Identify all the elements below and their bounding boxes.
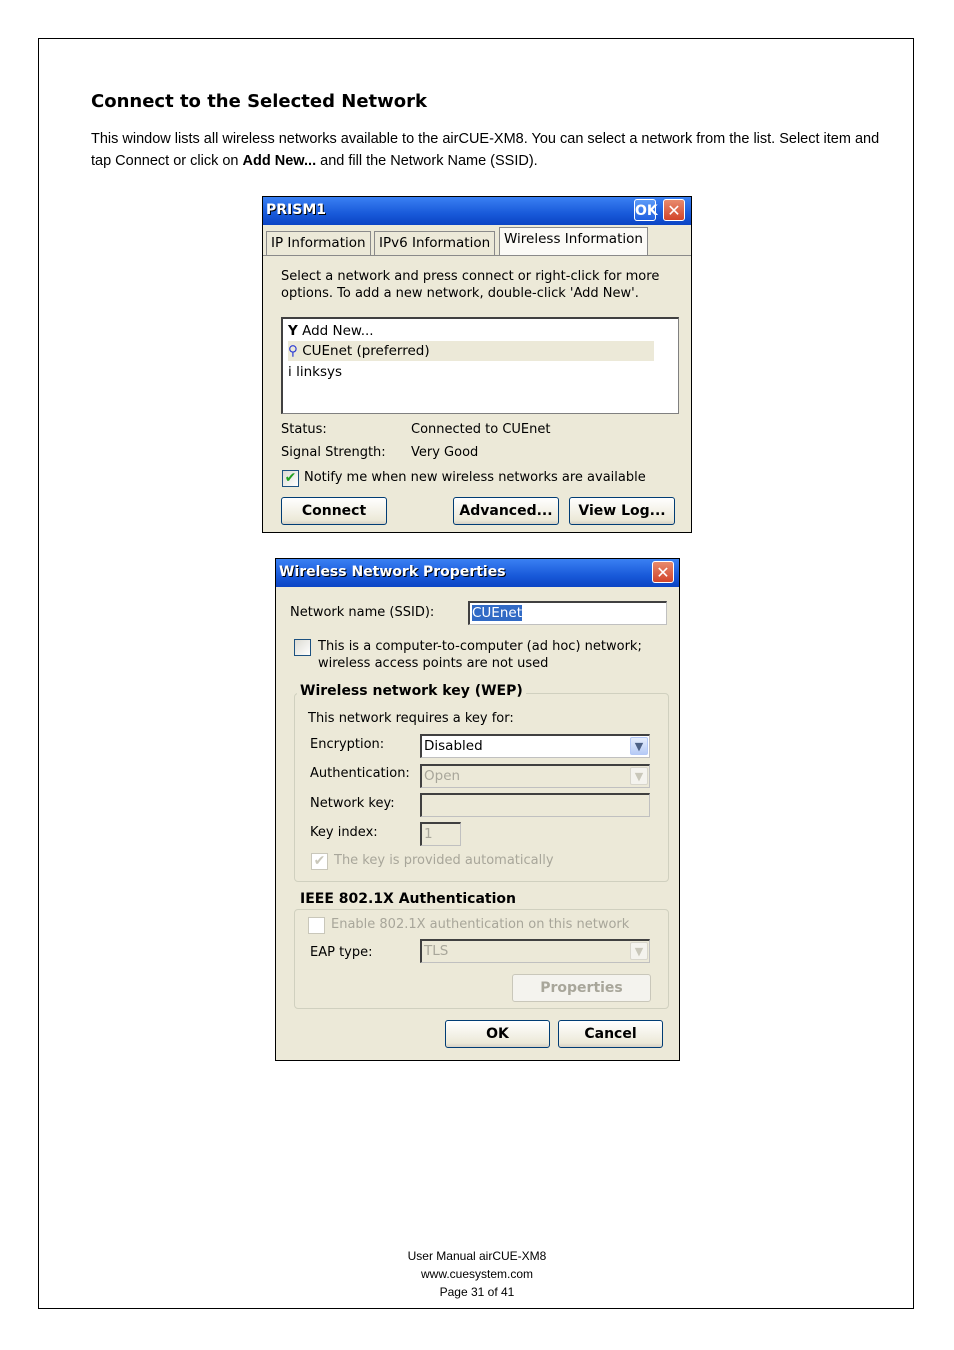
eap-type-value: TLS bbox=[424, 943, 449, 959]
network-item-cuenet[interactable]: ⚲ CUEnet (preferred) bbox=[288, 341, 654, 361]
wep-group-title: Wireless network key (WEP) bbox=[297, 683, 526, 699]
requires-key-label: This network requires a key for: bbox=[308, 711, 514, 726]
tab-wireless-information[interactable]: Wireless Information bbox=[499, 227, 648, 255]
titlebar-close-button[interactable]: ✕ bbox=[652, 561, 674, 583]
intro-paragraph: This window lists all wireless networks … bbox=[91, 128, 891, 172]
instructions-line-1: Select a network and press connect or ri… bbox=[281, 269, 660, 284]
signal-strength-value: Very Good bbox=[411, 445, 479, 460]
auto-key-label: The key is provided automatically bbox=[334, 853, 554, 868]
tab-strip: IP Information IPv6 Information Wireless… bbox=[263, 227, 691, 256]
cancel-button[interactable]: Cancel bbox=[558, 1020, 663, 1048]
network-item-add-new[interactable]: Y Add New... bbox=[288, 321, 374, 341]
properties-window: Wireless Network Properties ✕ Network na… bbox=[275, 558, 680, 1061]
antenna-icon: Y bbox=[288, 323, 298, 339]
access-point-preferred-icon: ⚲ bbox=[288, 343, 298, 359]
network-label: CUEnet (preferred) bbox=[302, 343, 430, 359]
tab-ip-information[interactable]: IP Information bbox=[266, 231, 371, 255]
advanced-button[interactable]: Advanced... bbox=[453, 497, 559, 525]
section-heading: Connect to the Selected Network bbox=[91, 91, 427, 112]
intro-text-2: and fill the Network Name (SSID). bbox=[316, 153, 538, 169]
eap-type-dropdown[interactable]: TLS ▼ bbox=[420, 939, 650, 963]
instructions-line-2: options. To add a new network, double-cl… bbox=[281, 286, 639, 301]
network-key-label: Network key: bbox=[310, 796, 395, 811]
ok-button[interactable]: OK bbox=[445, 1020, 550, 1048]
tab-ipv6-information[interactable]: IPv6 Information bbox=[374, 231, 496, 255]
signal-strength-label: Signal Strength: bbox=[281, 445, 386, 460]
connect-button[interactable]: Connect bbox=[281, 497, 387, 525]
prism-titlebar: PRISM1 OK ✕ bbox=[263, 197, 691, 225]
window-title: PRISM1 bbox=[266, 202, 327, 218]
titlebar-close-button[interactable]: ✕ bbox=[663, 199, 685, 221]
footer-line-2: www.cuesystem.com bbox=[420, 1267, 534, 1281]
connect-button-label: Connect bbox=[301, 503, 367, 519]
enable-8021x-checkbox[interactable] bbox=[308, 917, 325, 934]
view-log-button[interactable]: View Log... bbox=[569, 497, 675, 525]
encryption-value: Disabled bbox=[424, 738, 483, 754]
titlebar-ok-button[interactable]: OK bbox=[634, 199, 658, 221]
chevron-down-icon: ▼ bbox=[630, 942, 648, 960]
authentication-value: Open bbox=[424, 768, 461, 784]
window-title: Wireless Network Properties bbox=[279, 564, 506, 580]
encryption-dropdown[interactable]: Disabled ▼ bbox=[420, 734, 650, 758]
intro-bold-add-new: Add New... bbox=[242, 153, 317, 169]
network-label: linksys bbox=[296, 364, 342, 380]
encryption-label: Encryption: bbox=[310, 737, 385, 752]
enable-8021x-label: Enable 802.1X authentication on this net… bbox=[331, 917, 630, 932]
key-index-input[interactable]: 1 bbox=[420, 822, 461, 846]
status-label: Status: bbox=[281, 422, 327, 437]
chevron-down-icon[interactable]: ▼ bbox=[630, 737, 648, 755]
network-list[interactable]: Y Add New... ⚲ CUEnet (preferred) ⅰ link… bbox=[281, 317, 679, 414]
properties-button[interactable]: Properties bbox=[512, 974, 651, 1002]
adhoc-label-line-1: This is a computer-to-computer (ad hoc) … bbox=[318, 639, 642, 654]
authentication-dropdown[interactable]: Open ▼ bbox=[420, 764, 650, 788]
auto-key-checkbox[interactable]: ✔ bbox=[311, 853, 328, 870]
footer-line-1: User Manual airCUE-XM8 bbox=[407, 1249, 547, 1263]
ssid-label: Network name (SSID): bbox=[290, 605, 435, 620]
footer-page-number: Page 31 of 41 bbox=[439, 1285, 515, 1299]
ieee-group-title: IEEE 802.1X Authentication bbox=[297, 891, 519, 907]
properties-titlebar: Wireless Network Properties ✕ bbox=[276, 559, 679, 587]
notify-checkbox-label: Notify me when new wireless networks are… bbox=[304, 470, 646, 485]
chevron-down-icon: ▼ bbox=[630, 767, 648, 785]
network-item-linksys[interactable]: ⅰ linksys bbox=[288, 362, 342, 382]
key-index-label: Key index: bbox=[310, 825, 378, 840]
authentication-label: Authentication: bbox=[310, 766, 410, 781]
ssid-input[interactable]: CUEnet bbox=[468, 601, 667, 625]
access-point-icon: ⅰ bbox=[288, 364, 292, 380]
prism-window: PRISM1 OK ✕ IP Information IPv6 Informat… bbox=[262, 196, 692, 533]
adhoc-checkbox[interactable] bbox=[294, 639, 311, 656]
status-value: Connected to CUEnet bbox=[411, 422, 551, 437]
network-label: Add New... bbox=[302, 323, 374, 339]
eap-type-label: EAP type: bbox=[310, 945, 373, 960]
notify-checkbox[interactable]: ✔ bbox=[282, 470, 299, 487]
network-key-input[interactable] bbox=[420, 793, 650, 817]
ssid-value: CUEnet bbox=[472, 605, 522, 621]
adhoc-label-line-2: wireless access points are not used bbox=[318, 656, 549, 671]
